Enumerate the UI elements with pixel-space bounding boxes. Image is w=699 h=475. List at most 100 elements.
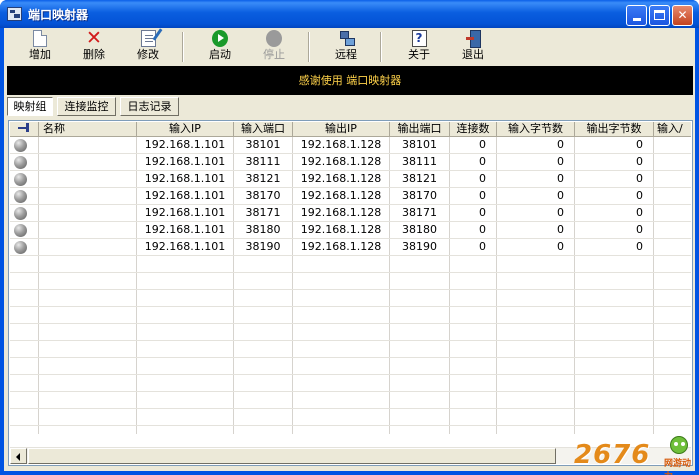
table-cell-in-bytes: 0 <box>557 223 564 236</box>
table-cell-out-bytes: 0 <box>636 206 643 219</box>
table-cell-conns: 0 <box>479 240 486 253</box>
tab-mapping-group[interactable]: 映射组 <box>7 97 53 116</box>
table-cell-out-ip: 192.168.1.128 <box>300 223 382 236</box>
table-cell-name <box>39 222 136 239</box>
table-cell-name <box>39 171 136 188</box>
column-header[interactable]: 连接数 <box>450 122 497 137</box>
table-cell-name <box>39 137 136 154</box>
grid-line <box>10 374 691 375</box>
exit-button[interactable]: 退出 <box>449 30 497 64</box>
status-ball-icon <box>14 173 27 186</box>
table-cell-in-ip: 192.168.1.101 <box>144 223 226 236</box>
status-ball-icon <box>14 139 27 152</box>
table-cell-in-ip: 192.168.1.101 <box>144 155 226 168</box>
column-header[interactable]: 输入/ <box>654 122 691 137</box>
table-row[interactable]: 192.168.1.101 38190 192.168.1.128 38190 0 0 0 <box>10 239 691 256</box>
table-row[interactable]: 192.168.1.101 38180 192.168.1.128 38180 0 0 0 <box>10 222 691 239</box>
table-cell-in-bytes: 0 <box>557 240 564 253</box>
table-cell-in-port: 38111 <box>245 155 281 168</box>
column-header[interactable]: 输入端口 <box>234 122 293 137</box>
table-cell-out-ip: 192.168.1.128 <box>300 172 382 185</box>
tab-log[interactable]: 日志记录 <box>120 97 179 116</box>
grid-line <box>10 323 691 324</box>
table-cell-out-port: 38170 <box>402 189 437 202</box>
table-cell-in-ip: 192.168.1.101 <box>144 172 226 185</box>
scroll-left-arrow-icon[interactable] <box>10 448 27 464</box>
table-row[interactable]: 192.168.1.101 38121 192.168.1.128 38121 0 0 0 <box>10 171 691 188</box>
about-button[interactable]: ? 关于 <box>395 30 443 64</box>
grid-line <box>10 289 691 290</box>
tab-connection-monitor[interactable]: 连接监控 <box>57 97 116 116</box>
table-cell-out-bytes: 0 <box>636 223 643 236</box>
table-cell-conns: 0 <box>479 172 486 185</box>
table-row[interactable]: 192.168.1.101 38111 192.168.1.128 38111 0 0 0 <box>10 154 691 171</box>
table-cell-in-port: 38101 <box>245 138 281 151</box>
column-header[interactable]: 输出端口 <box>390 122 450 137</box>
delete-x-icon: ✕ <box>86 27 102 49</box>
maximize-button[interactable] <box>649 5 670 26</box>
minimize-button[interactable] <box>626 5 647 26</box>
stop-label: 停止 <box>263 48 285 61</box>
app-window: 端口映射器 ✕ 增加 ✕ 删除 修改 启动 停止 远程 ? 关于 退出 感谢使用… <box>0 0 699 475</box>
grid-line <box>10 391 691 392</box>
close-button[interactable]: ✕ <box>672 5 693 26</box>
table-cell-in-ip: 192.168.1.101 <box>144 189 226 202</box>
table-cell-conns: 0 <box>479 223 486 236</box>
table-cell-name <box>39 205 136 222</box>
table-cell-out-port: 38111 <box>402 155 437 168</box>
table-cell-in-bytes: 0 <box>557 138 564 151</box>
table-cell-name <box>39 188 136 205</box>
table-cell-conns: 0 <box>479 206 486 219</box>
title-bar[interactable]: 端口映射器 ✕ <box>0 0 699 28</box>
status-ball-icon <box>14 190 27 203</box>
watermark-site: 网游动力 <box>664 459 692 475</box>
grid-line <box>10 357 691 358</box>
column-header[interactable]: 输入字节数 <box>497 122 575 137</box>
edit-label: 修改 <box>137 48 159 61</box>
column-header[interactable]: 输入IP <box>137 122 234 137</box>
stop-icon <box>266 30 282 47</box>
table-cell-name <box>39 239 136 256</box>
table-cell-in-bytes: 0 <box>557 155 564 168</box>
table-row[interactable]: 192.168.1.101 38170 192.168.1.128 38170 0 0 0 <box>10 188 691 205</box>
column-header[interactable]: 名称 <box>39 122 137 137</box>
stop-button[interactable]: 停止 <box>250 30 298 64</box>
grid-line <box>10 425 691 426</box>
mapping-table: 名称 输入IP 输入端口 输出IP 输出端口 连接数 输入字节数 输出字节数 输… <box>8 120 693 466</box>
scroll-thumb[interactable] <box>28 448 556 464</box>
pin-icon <box>17 123 31 132</box>
close-icon: ✕ <box>677 8 688 22</box>
table-cell-in-port: 38180 <box>245 223 281 236</box>
status-ball-icon <box>14 224 27 237</box>
column-header[interactable]: 输出IP <box>293 122 390 137</box>
table-cell-in-ip: 192.168.1.101 <box>144 138 226 151</box>
table-cell-out-ip: 192.168.1.128 <box>300 155 382 168</box>
status-ball-icon <box>14 156 27 169</box>
toolbar: 增加 ✕ 删除 修改 启动 停止 远程 ? 关于 退出 <box>4 28 695 65</box>
table-cell-out-bytes: 0 <box>636 155 643 168</box>
table-cell-out-bytes: 0 <box>636 172 643 185</box>
pin-column-header[interactable] <box>10 122 39 137</box>
table-header: 名称 输入IP 输入端口 输出IP 输出端口 连接数 输入字节数 输出字节数 输… <box>10 122 691 137</box>
table-cell-out-port: 38101 <box>402 138 437 151</box>
table-cell-out-ip: 192.168.1.128 <box>300 206 382 219</box>
table-cell-out-port: 38190 <box>402 240 437 253</box>
table-cell-out-ip: 192.168.1.128 <box>300 138 382 151</box>
table-cell-in-bytes: 0 <box>557 206 564 219</box>
toolbar-separator <box>380 32 382 62</box>
edit-button[interactable]: 修改 <box>124 30 172 64</box>
table-cell-in-port: 38121 <box>245 172 281 185</box>
play-icon <box>212 30 228 47</box>
start-button[interactable]: 启动 <box>196 30 244 64</box>
add-button[interactable]: 增加 <box>16 30 64 64</box>
maximize-icon <box>654 10 665 20</box>
remote-computers-icon <box>338 30 355 47</box>
delete-button[interactable]: ✕ 删除 <box>70 27 118 64</box>
table-cell-conns: 0 <box>479 189 486 202</box>
table-row[interactable]: 192.168.1.101 38101 192.168.1.128 38101 0 0 0 <box>10 137 691 154</box>
remote-button[interactable]: 远程 <box>322 30 370 64</box>
help-question-icon: ? <box>411 30 427 47</box>
table-row[interactable]: 192.168.1.101 38171 192.168.1.128 38171 0 0 0 <box>10 205 691 222</box>
column-header[interactable]: 输出字节数 <box>575 122 654 137</box>
toolbar-separator <box>308 32 310 62</box>
